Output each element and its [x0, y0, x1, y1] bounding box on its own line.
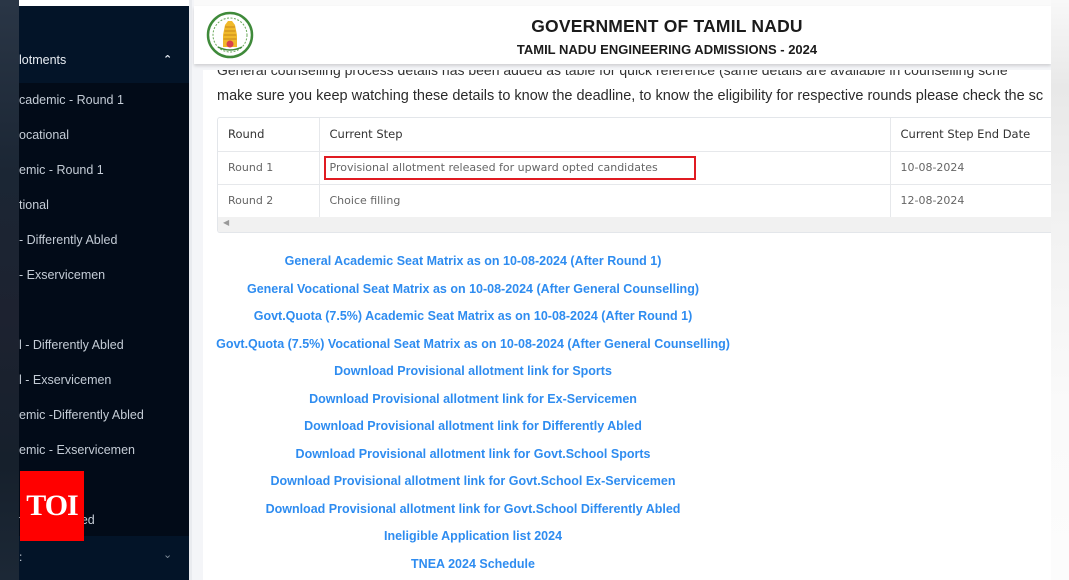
- sidebar-item[interactable]: emic - Round 1: [19, 163, 189, 177]
- column-header-current-step: Current Step: [319, 118, 891, 152]
- cell-round: Round 2: [218, 184, 320, 218]
- sidebar-item[interactable]: tional: [19, 198, 189, 212]
- sidebar-item[interactable]: ocational: [19, 128, 189, 142]
- table-row: Round 2 Choice filling 12-08-2024: [218, 184, 1051, 218]
- cell-end-date: 12-08-2024: [890, 184, 1051, 218]
- table-horizontal-scrollbar[interactable]: ◀: [218, 217, 1051, 232]
- counselling-status-table: Round Current Step Current Step End Date…: [217, 117, 1051, 233]
- cell-current-step: Choice filling: [319, 184, 891, 218]
- link-allotment-sports[interactable]: Download Provisional allotment link for …: [0, 364, 946, 378]
- table-row: Round 1 Provisional allotment released f…: [218, 151, 1051, 185]
- link-allotment-govt-school-ex-servicemen[interactable]: Download Provisional allotment link for …: [0, 474, 946, 488]
- right-blurred-edge: [1051, 0, 1069, 580]
- cell-end-date: 10-08-2024: [890, 151, 1051, 185]
- link-ineligible-application-list[interactable]: Ineligible Application list 2024: [0, 529, 946, 543]
- page-header: GOVERNMENT OF TAMIL NADU TAMIL NADU ENGI…: [194, 6, 1051, 64]
- sidebar-item[interactable]: cademic - Round 1: [19, 93, 189, 107]
- link-govt-quota-vocational-seat-matrix[interactable]: Govt.Quota (7.5%) Vocational Seat Matrix…: [0, 337, 946, 351]
- link-govt-quota-academic-seat-matrix[interactable]: Govt.Quota (7.5%) Academic Seat Matrix a…: [0, 309, 946, 323]
- highlighted-current-step: Provisional allotment released for upwar…: [323, 155, 696, 180]
- sidebar-section-allotments[interactable]: lotments ⌃: [19, 6, 189, 83]
- notice-text-line-2: make sure you keep watching these detail…: [217, 88, 1044, 104]
- column-header-end-date: Current Step End Date: [890, 118, 1051, 152]
- notice-text-line-1: General counselling process details has …: [217, 70, 1008, 78]
- link-tnea-schedule[interactable]: TNEA 2024 Schedule: [0, 557, 946, 571]
- cell-current-step: Provisional allotment released for upwar…: [319, 151, 891, 185]
- page-title: GOVERNMENT OF TAMIL NADU: [531, 16, 803, 36]
- sidebar-section-label: lotments: [19, 53, 67, 67]
- page-subtitle: TAMIL NADU ENGINEERING ADMISSIONS - 2024: [516, 42, 818, 57]
- link-allotment-govt-school-sports[interactable]: Download Provisional allotment link for …: [0, 447, 946, 461]
- link-general-academic-seat-matrix[interactable]: General Academic Seat Matrix as on 10-08…: [0, 254, 946, 268]
- link-allotment-govt-school-differently-abled[interactable]: Download Provisional allotment link for …: [0, 502, 946, 516]
- link-general-vocational-seat-matrix[interactable]: General Vocational Seat Matrix as on 10-…: [0, 282, 946, 296]
- column-header-round: Round: [218, 118, 320, 152]
- sidebar-item[interactable]: - Differently Abled: [19, 233, 189, 247]
- chevron-up-icon[interactable]: ⌃: [163, 53, 172, 66]
- link-allotment-ex-servicemen[interactable]: Download Provisional allotment link for …: [0, 392, 946, 406]
- cell-round: Round 1: [218, 151, 320, 185]
- link-allotment-differently-abled[interactable]: Download Provisional allotment link for …: [0, 419, 946, 433]
- table-header-row: Round Current Step Current Step End Date: [218, 118, 1051, 152]
- scroll-left-arrow-icon[interactable]: ◀: [223, 218, 229, 227]
- sidebar-item[interactable]: - Exservicemen: [19, 268, 189, 282]
